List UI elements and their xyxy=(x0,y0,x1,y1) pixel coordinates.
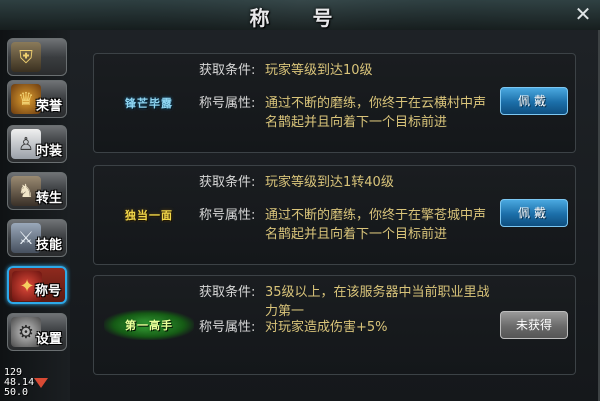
condition-label: 获取条件: xyxy=(199,175,256,190)
sidebar-item-label: 转生 xyxy=(35,191,62,206)
title-bar: 称 号 ✕ xyxy=(0,0,600,31)
title-badge: 锋芒毕露 xyxy=(104,88,194,118)
scroll-down-arrow-icon[interactable] xyxy=(34,378,48,388)
title-badge-text: 锋芒毕露 xyxy=(125,97,173,110)
wear-button[interactable]: 佩戴 xyxy=(500,199,568,227)
sidebar-item-label: 时装 xyxy=(35,144,62,159)
condition-label: 获取条件: xyxy=(199,285,256,300)
title-badge: 独当一面 xyxy=(104,200,194,230)
condition-value: 玩家等级到达10级 xyxy=(265,63,373,78)
sidebar-item-settings[interactable]: ⚙ 设置 xyxy=(7,313,67,351)
sidebar-item-label: 设置 xyxy=(35,332,62,347)
wear-button[interactable]: 佩戴 xyxy=(500,87,568,115)
sidebar-item-label: 称号 xyxy=(34,284,61,299)
title-badge: 第一高手 xyxy=(104,310,194,340)
sidebar-item-skill[interactable]: ⚔ 技能 xyxy=(7,219,67,257)
sidebar-item-0[interactable]: ⛨ xyxy=(7,38,67,76)
sidebar-item-costume[interactable]: ♙ 时装 xyxy=(7,125,67,163)
shield-icon: ⛨ xyxy=(11,42,41,72)
condition-value: 35级以上，在该服务器中当前职业里战力第一 xyxy=(265,285,490,319)
close-button[interactable]: ✕ xyxy=(572,3,594,25)
attribute-value: 通过不断的磨练，你终于在云横村中声名鹊起并且向着下一个目标前进 xyxy=(265,96,487,130)
sidebar-item-label: 荣誉 xyxy=(35,99,62,114)
sidebar-item-label: 技能 xyxy=(35,238,62,253)
sidebar-item-rebirth[interactable]: ♞ 转生 xyxy=(7,172,67,210)
condition-label: 获取条件: xyxy=(199,63,256,78)
title-window: 称 号 ✕ ⛨ ♛ 荣誉 ♙ 时装 ♞ 转生 ⚔ 技能 ✦ 称号 ⚙ 设置 12… xyxy=(0,0,600,401)
close-icon: ✕ xyxy=(574,2,592,26)
attribute-label: 称号属性: xyxy=(199,96,256,111)
window-title: 称 号 xyxy=(249,6,351,30)
attribute-label: 称号属性: xyxy=(199,208,256,223)
attribute-value: 通过不断的磨练，你终于在擎苍城中声名鹊起并且向着下一个目标前进 xyxy=(265,208,487,242)
title-card: 独当一面 获取条件: 玩家等级到达1转40级 称号属性: 通过不断的磨练，你终于… xyxy=(93,165,576,265)
attribute-value: 对玩家造成伤害+5% xyxy=(265,320,388,335)
sidebar-item-honor[interactable]: ♛ 荣誉 xyxy=(7,80,67,118)
attribute-label: 称号属性: xyxy=(199,320,256,335)
sidebar-item-title[interactable]: ✦ 称号 xyxy=(7,266,67,304)
not-obtained-button[interactable]: 未获得 xyxy=(500,311,568,339)
title-card: 第一高手 获取条件: 35级以上，在该服务器中当前职业里战力第一 称号属性: 对… xyxy=(93,275,576,375)
title-card: 锋芒毕露 获取条件: 玩家等级到达10级 称号属性: 通过不断的磨练，你终于在云… xyxy=(93,53,576,153)
stat-line: 50.0 xyxy=(4,387,29,398)
title-badge-text: 独当一面 xyxy=(125,209,173,222)
condition-value: 玩家等级到达1转40级 xyxy=(265,175,394,190)
debug-stats: 129 48.14 50.0 xyxy=(4,368,34,398)
title-badge-text: 第一高手 xyxy=(125,319,173,332)
